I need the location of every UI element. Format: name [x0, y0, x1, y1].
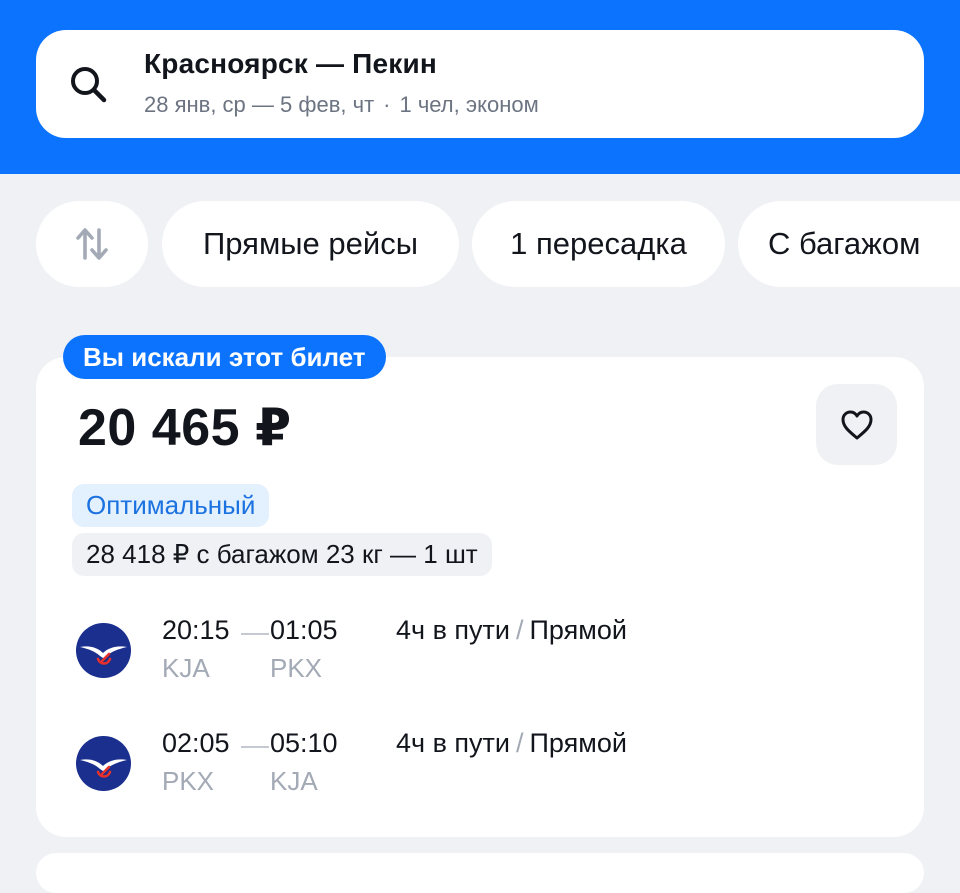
ticket-price: 20 465 ₽: [78, 399, 292, 457]
next-ticket-card[interactable]: [36, 853, 924, 893]
search-bar[interactable]: [36, 30, 924, 138]
flight-duration: 4ч в пути: [396, 615, 510, 645]
aeroflot-logo-icon: [76, 736, 131, 791]
flight-info: 4ч в пути / Прямой: [396, 615, 627, 646]
searched-ticket-badge: Вы искали этот билет: [63, 335, 386, 379]
flight-segment-return: 02:05 05:10 PKX KJA 4ч в пути / Прямой: [76, 728, 896, 798]
optimal-tag: Оптимальный: [72, 484, 270, 527]
departure-airport: KJA: [162, 653, 210, 683]
favorite-button[interactable]: [816, 384, 897, 465]
arrival-airport: KJA: [270, 766, 318, 796]
filter-with-baggage[interactable]: С багажом: [738, 201, 960, 287]
sort-button[interactable]: [36, 201, 148, 287]
search-dates: 28 янв, ср — 5 фев, чт: [144, 92, 375, 117]
flight-type: Прямой: [529, 615, 627, 645]
filter-one-stop[interactable]: 1 пересадка: [472, 201, 725, 287]
arrival-airport: PKX: [270, 653, 323, 683]
time-dash: [241, 633, 269, 635]
info-slash: /: [516, 615, 524, 645]
flight-segment-outbound: 20:15 01:05 KJA PKX 4ч в пути / Прямой: [76, 615, 896, 685]
flight-info: 4ч в пути / Прямой: [396, 728, 627, 759]
time-dash: [241, 746, 269, 748]
search-passengers: 1 чел, эконом: [399, 92, 539, 117]
flight-duration: 4ч в пути: [396, 728, 510, 758]
search-icon[interactable]: [66, 62, 112, 108]
details-separator: ·: [383, 92, 391, 117]
heart-icon: [841, 410, 872, 439]
departure-time: 20:15: [162, 615, 230, 645]
flight-type: Прямой: [529, 728, 627, 758]
sort-arrows-icon: [76, 228, 108, 260]
departure-airport: PKX: [162, 766, 215, 796]
baggage-offer-tag[interactable]: 28 418 ₽ с багажом 23 кг — 1 шт: [72, 533, 492, 576]
arrival-time: 05:10: [270, 728, 338, 758]
search-details[interactable]: 28 янв, ср — 5 фев, чт · 1 чел, эконом: [144, 92, 539, 118]
route-title[interactable]: Красноярск — Пекин: [144, 48, 437, 80]
info-slash: /: [516, 728, 524, 758]
departure-time: 02:05: [162, 728, 230, 758]
arrival-time: 01:05: [270, 615, 338, 645]
aeroflot-logo-icon: [76, 623, 131, 678]
filter-direct-flights[interactable]: Прямые рейсы: [162, 201, 459, 287]
